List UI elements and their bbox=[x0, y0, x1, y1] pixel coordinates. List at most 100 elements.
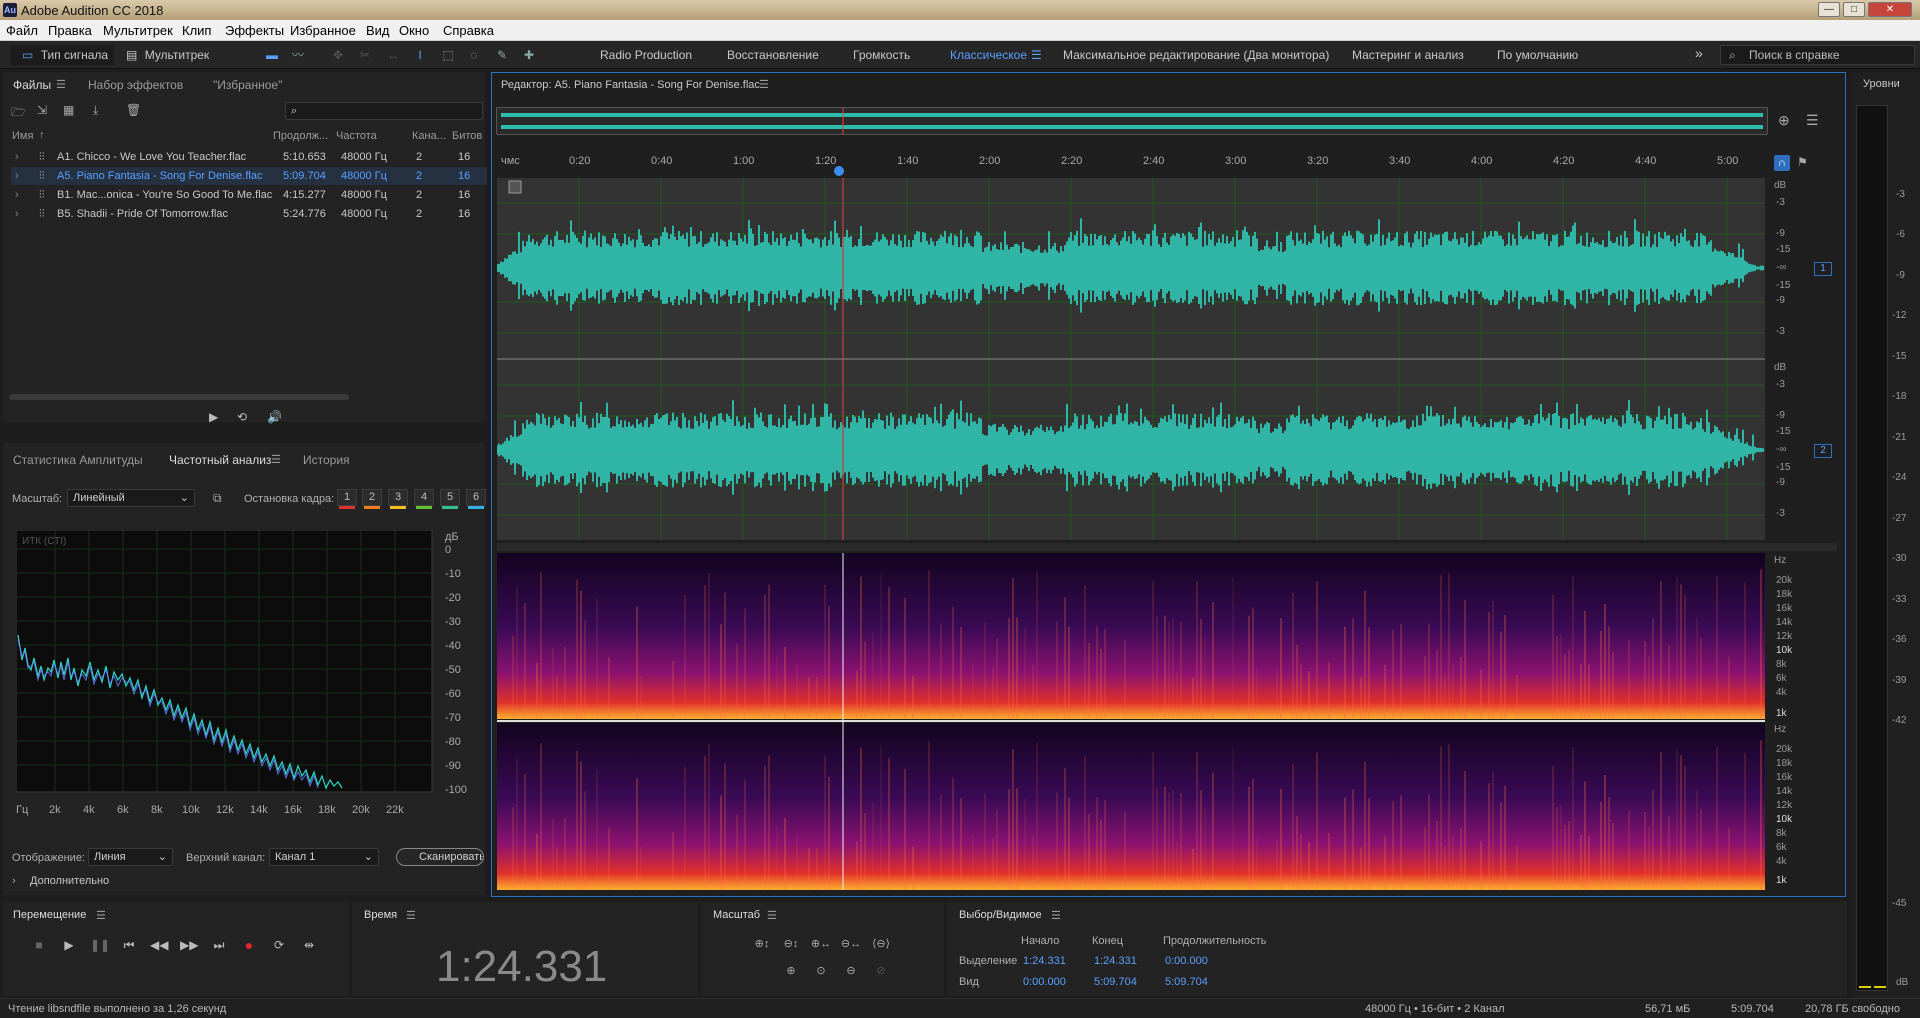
menu-edit[interactable]: Правка bbox=[48, 23, 92, 38]
col-duration[interactable]: Продолж... bbox=[273, 130, 328, 142]
editor-menu-icon[interactable]: ☰ bbox=[759, 78, 769, 91]
workspace-radio[interactable]: Radio Production bbox=[600, 48, 692, 62]
menu-file[interactable]: Файл bbox=[6, 23, 38, 38]
preview-play-icon[interactable]: ▶ bbox=[209, 410, 218, 424]
record-icon[interactable]: ● bbox=[240, 936, 258, 954]
waveform-mode-button[interactable]: ▭ Тип сигнала bbox=[10, 45, 114, 65]
channel-select[interactable]: Канал 1 ⌄ bbox=[269, 848, 379, 866]
snap-icon[interactable]: ∩ bbox=[1774, 155, 1790, 171]
zoom-in-time-icon[interactable]: ⊕↔ bbox=[810, 935, 832, 953]
loop-icon[interactable]: ⟳ bbox=[270, 936, 288, 954]
expand-icon[interactable]: › bbox=[15, 151, 19, 163]
move-tool-icon[interactable]: ✥ bbox=[330, 47, 346, 63]
tab-amplitude-stats[interactable]: Статистика Амплитуды bbox=[13, 453, 143, 467]
zoom-out-time-icon[interactable]: ⊖↔ bbox=[840, 935, 862, 953]
tab-effects-rack[interactable]: Набор эффектов bbox=[88, 78, 183, 92]
freeze-slot-2[interactable]: 2 bbox=[362, 489, 382, 509]
fast-forward-icon[interactable]: ▶▶ bbox=[180, 936, 198, 954]
skip-icon[interactable]: ⇹ bbox=[300, 936, 318, 954]
pin-icon[interactable]: ⧉ bbox=[213, 491, 222, 506]
tab-favorites[interactable]: "Избранное" bbox=[213, 78, 282, 92]
expand-icon[interactable]: › bbox=[15, 208, 19, 220]
selection-menu-icon[interactable]: ☰ bbox=[1051, 909, 1061, 922]
display-select[interactable]: Линия ⌄ bbox=[88, 848, 173, 866]
close-button[interactable]: ✕ bbox=[1868, 2, 1912, 17]
menu-multitrack[interactable]: Мультитрек bbox=[103, 23, 173, 38]
insert-icon[interactable]: ⤓ bbox=[93, 103, 107, 117]
workspace-classic[interactable]: Классическое bbox=[950, 48, 1027, 62]
open-file-icon[interactable]: 🗁 bbox=[11, 103, 26, 119]
time-ruler[interactable]: чмс 0:20 0:40 1:00 1:20 1:40 2:00 2:20 2… bbox=[497, 151, 1767, 176]
lasso-tool-icon[interactable]: ◌ bbox=[466, 47, 482, 63]
chevron-right-icon[interactable]: › bbox=[12, 875, 16, 887]
menu-clip[interactable]: Клип bbox=[182, 23, 211, 38]
view-start[interactable]: 0:00.000 bbox=[1023, 976, 1066, 988]
scale-select[interactable]: Линейный ⌄ bbox=[67, 489, 195, 507]
autoplay-icon[interactable]: 🔊 bbox=[267, 410, 282, 424]
zoom-selection-icon[interactable]: ⊙ bbox=[810, 962, 832, 980]
waveform-view-icon[interactable]: ▬ bbox=[264, 47, 280, 63]
marker-icon[interactable]: ⚑ bbox=[1797, 155, 1808, 169]
freeze-slot-5[interactable]: 5 bbox=[440, 489, 460, 509]
zoom-in-point-icon[interactable]: ⊕ bbox=[780, 962, 802, 980]
tab-history[interactable]: История bbox=[303, 453, 350, 467]
view-splitter[interactable] bbox=[497, 543, 1837, 551]
overview-navigator[interactable] bbox=[496, 107, 1768, 135]
slip-tool-icon[interactable]: ↔ bbox=[385, 47, 401, 63]
workspace-dual-monitor[interactable]: Максимальное редактирование (Два монитор… bbox=[1063, 48, 1329, 62]
delete-icon[interactable]: 🗑 bbox=[126, 103, 141, 117]
zoom-out-amplitude-icon[interactable]: ⊖↕ bbox=[780, 935, 802, 953]
rewind-icon[interactable]: ◀◀ bbox=[150, 936, 168, 954]
freeze-slot-4[interactable]: 4 bbox=[414, 489, 434, 509]
workspace-overflow-icon[interactable]: » bbox=[1695, 45, 1703, 61]
minimize-button[interactable]: — bbox=[1818, 2, 1840, 17]
channel-1-button[interactable]: 1 bbox=[1814, 262, 1832, 276]
view-end[interactable]: 5:09.704 bbox=[1094, 976, 1137, 988]
menu-window[interactable]: Окно bbox=[399, 23, 429, 38]
files-scrollbar[interactable] bbox=[9, 394, 349, 400]
freeze-slot-3[interactable]: 3 bbox=[388, 489, 408, 509]
spectral-view-icon[interactable]: 〰 bbox=[290, 47, 306, 63]
freeze-slot-6[interactable]: 6 bbox=[466, 489, 486, 509]
col-bits[interactable]: Битов bbox=[452, 130, 484, 142]
files-panel-menu-icon[interactable]: ☰ bbox=[56, 78, 66, 91]
analysis-menu-icon[interactable]: ☰ bbox=[271, 453, 281, 466]
tab-frequency-analysis[interactable]: Частотный анализ bbox=[169, 453, 271, 467]
file-row[interactable]: › ⫶⫶ A1. Chicco - We Love You Teacher.fl… bbox=[11, 148, 487, 166]
workspace-default[interactable]: По умолчанию bbox=[1497, 48, 1578, 62]
selection-end[interactable]: 1:24.331 bbox=[1094, 955, 1137, 967]
file-row[interactable]: › ⫶⫶ B5. Shadii - Pride Of Tomorrow.flac… bbox=[11, 205, 487, 223]
zoom-out-point-icon[interactable]: ⊖ bbox=[840, 962, 862, 980]
help-search-input[interactable]: ⌕ Поиск в справке bbox=[1720, 45, 1915, 65]
workspace-mastering[interactable]: Мастеринг и анализ bbox=[1352, 48, 1464, 62]
expand-icon[interactable]: › bbox=[15, 189, 19, 201]
zoom-in-amplitude-icon[interactable]: ⊕↕ bbox=[751, 935, 773, 953]
file-row[interactable]: › ⫶⫶ A5. Piano Fantasia - Song For Denis… bbox=[11, 167, 487, 185]
workspace-menu-icon[interactable]: ☰ bbox=[1031, 48, 1042, 62]
workspace-restoration[interactable]: Восстановление bbox=[727, 48, 819, 62]
col-name[interactable]: Имя bbox=[12, 130, 52, 142]
spot-healing-tool-icon[interactable]: ✚ bbox=[521, 47, 537, 63]
tab-files[interactable]: Файлы bbox=[13, 78, 51, 92]
time-selection-tool-icon[interactable]: I bbox=[412, 47, 428, 63]
workspace-loudness[interactable]: Громкость bbox=[853, 48, 910, 62]
to-end-icon[interactable]: ⏭ bbox=[210, 936, 228, 954]
col-channels[interactable]: Кана... bbox=[412, 130, 445, 142]
menu-help[interactable]: Справка bbox=[443, 23, 494, 38]
brush-tool-icon[interactable]: ✎ bbox=[494, 47, 510, 63]
transport-menu-icon[interactable]: ☰ bbox=[96, 909, 106, 922]
zoom-to-selection-icon[interactable]: ⊕ bbox=[1778, 112, 1790, 129]
files-filter-input[interactable]: ⌕ bbox=[285, 102, 483, 120]
menu-favorites[interactable]: Избранное bbox=[290, 23, 356, 38]
menu-view[interactable]: Вид bbox=[366, 23, 390, 38]
col-rate[interactable]: Частота bbox=[336, 130, 396, 142]
import-icon[interactable]: ⇲ bbox=[37, 103, 51, 117]
maximize-button[interactable]: □ bbox=[1843, 2, 1865, 17]
to-start-icon[interactable]: ⏮ bbox=[120, 936, 138, 954]
playhead-handle[interactable] bbox=[834, 166, 844, 176]
selection-start[interactable]: 1:24.331 bbox=[1023, 955, 1066, 967]
waveform-display[interactable] bbox=[497, 178, 1765, 540]
multitrack-mode-button[interactable]: ▤ Мультитрек bbox=[120, 45, 220, 65]
view-duration[interactable]: 5:09.704 bbox=[1165, 976, 1208, 988]
file-row[interactable]: › ⫶⫶ B1. Mac...onica - You're So Good To… bbox=[11, 186, 487, 204]
